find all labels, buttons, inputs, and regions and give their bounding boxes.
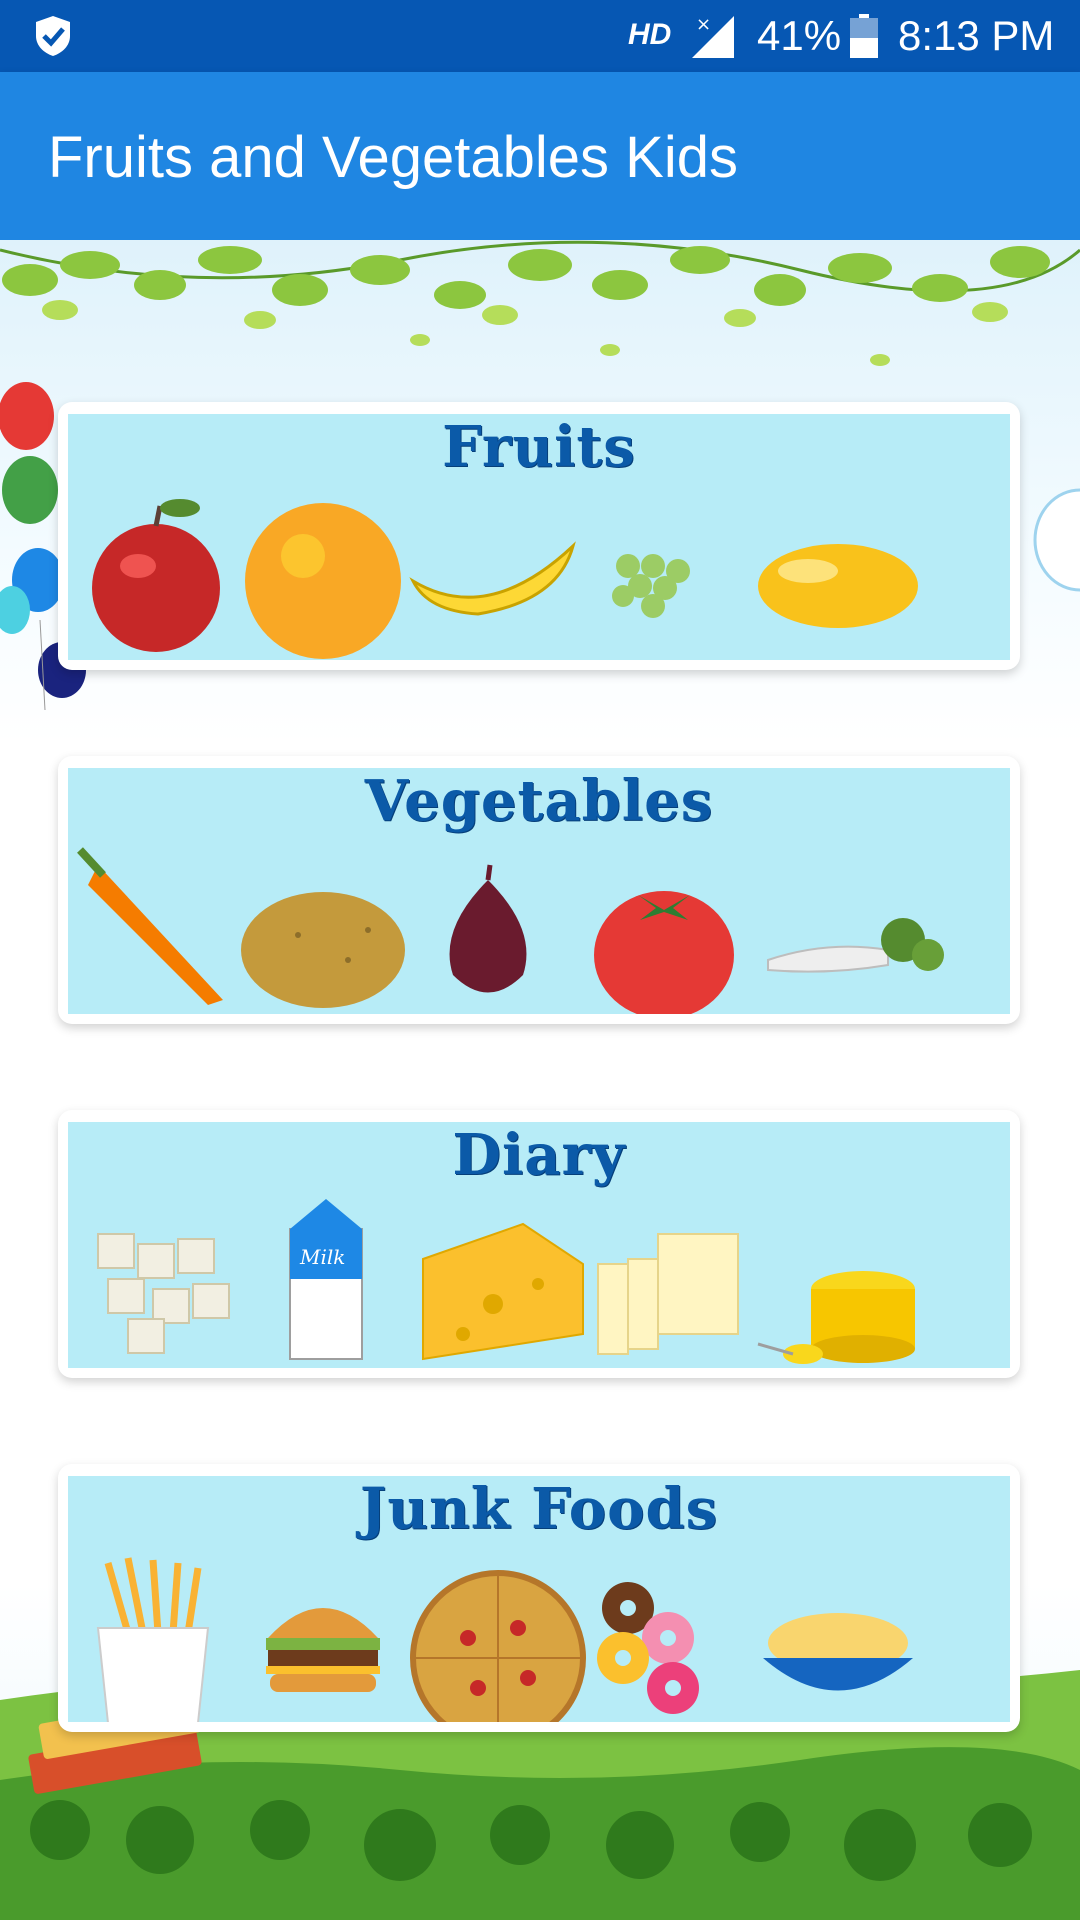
- chips-bowl-icon: [763, 1613, 913, 1691]
- donuts-icon: [597, 1582, 699, 1714]
- cloud-decoration: [1033, 488, 1080, 592]
- clock: 8:13 PM: [898, 12, 1055, 59]
- milk-carton-icon: Milk: [289, 1199, 363, 1360]
- battery-percent: 41%: [757, 12, 842, 59]
- signal-icon: ×: [692, 14, 734, 58]
- app-title: Fruits and Vegetables Kids: [48, 125, 738, 190]
- battery-icon: [850, 14, 878, 58]
- category-images: [77, 847, 944, 1014]
- svg-text:Milk: Milk: [299, 1245, 345, 1269]
- category-title: Vegetables: [364, 768, 714, 834]
- network-type: HD: [628, 18, 672, 51]
- potato-icon: [241, 892, 405, 1008]
- leaves-decoration: [0, 240, 1080, 366]
- category-title: Junk Foods: [359, 1476, 719, 1542]
- orange-icon: [245, 503, 401, 659]
- mango-icon: [758, 544, 918, 628]
- shield-check-icon: [36, 16, 70, 56]
- category-card-fruits[interactable]: Fruits: [58, 402, 1020, 670]
- svg-text:×: ×: [696, 14, 711, 35]
- ghee-icon: [757, 1271, 915, 1364]
- category-card-diary[interactable]: Diary Milk: [58, 1110, 1020, 1378]
- category-title: Diary: [452, 1122, 626, 1188]
- radish-icon: [767, 918, 944, 973]
- status-bar: HD × 41% 8:13 PM: [0, 0, 1080, 72]
- tomato-icon: [594, 891, 734, 1014]
- carrot-icon: [77, 847, 223, 1005]
- category-images: Milk: [97, 1199, 915, 1364]
- french-fries-icon: [96, 1557, 210, 1722]
- category-title: Fruits: [442, 414, 636, 480]
- grapes-icon: [612, 554, 690, 618]
- onion-icon: [449, 864, 527, 993]
- category-card-junk-foods[interactable]: Junk Foods: [58, 1464, 1020, 1732]
- butter-icon: [597, 1233, 739, 1355]
- apple-icon: [92, 499, 220, 652]
- banana-icon: [409, 541, 576, 616]
- pizza-icon: [410, 1570, 586, 1722]
- paneer-icon: [97, 1233, 230, 1354]
- cheese-icon: [422, 1222, 584, 1361]
- category-card-vegetables[interactable]: Vegetables: [58, 756, 1020, 1024]
- burger-icon: [266, 1608, 380, 1692]
- app-bar: Fruits and Vegetables Kids: [0, 72, 1080, 240]
- category-images: [92, 499, 918, 659]
- category-images: [96, 1557, 913, 1722]
